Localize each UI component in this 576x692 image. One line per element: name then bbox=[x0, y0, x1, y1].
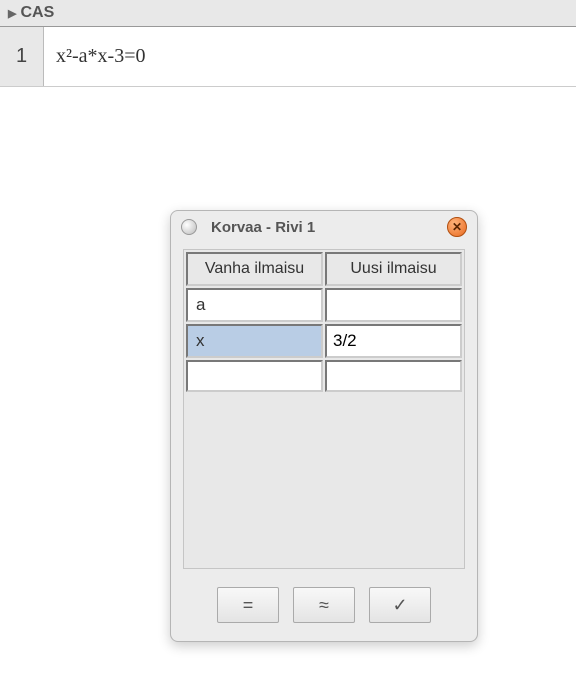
cell-old-0[interactable]: a bbox=[186, 288, 323, 322]
approx-button[interactable]: ≈ bbox=[293, 587, 355, 623]
table-row bbox=[186, 360, 462, 392]
dialog-button-bar: = ≈ ✓ bbox=[171, 569, 477, 641]
cas-panel-header[interactable]: ▶ CAS bbox=[0, 0, 576, 27]
close-icon: ✕ bbox=[452, 220, 462, 234]
cell-input-new-1[interactable] bbox=[331, 328, 456, 354]
dialog-titlebar[interactable]: Korvaa - Rivi 1 ✕ bbox=[171, 211, 477, 243]
cell-new-1[interactable] bbox=[325, 324, 462, 358]
row-expression[interactable]: x²-a*x-3=0 bbox=[44, 27, 576, 86]
dialog-body: Vanha ilmaisu Uusi ilmaisu a x bbox=[183, 249, 465, 569]
row-number: 1 bbox=[0, 27, 44, 86]
table-row: x bbox=[186, 324, 462, 358]
table-row: a bbox=[186, 288, 462, 322]
substitute-dialog: Korvaa - Rivi 1 ✕ Vanha ilmaisu Uusi ilm… bbox=[170, 210, 478, 642]
panel-title: CAS bbox=[20, 4, 54, 22]
cas-row[interactable]: 1 x²-a*x-3=0 bbox=[0, 27, 576, 87]
check-button[interactable]: ✓ bbox=[369, 587, 431, 623]
column-header-new[interactable]: Uusi ilmaisu bbox=[325, 252, 462, 286]
column-header-old[interactable]: Vanha ilmaisu bbox=[186, 252, 323, 286]
substitution-table: Vanha ilmaisu Uusi ilmaisu a x bbox=[184, 250, 464, 394]
collapse-triangle-icon: ▶ bbox=[8, 7, 16, 20]
cell-old-1[interactable]: x bbox=[186, 324, 323, 358]
cell-new-2[interactable] bbox=[325, 360, 462, 392]
dialog-title: Korvaa - Rivi 1 bbox=[207, 219, 437, 236]
close-button[interactable]: ✕ bbox=[447, 217, 467, 237]
cell-new-0[interactable] bbox=[325, 288, 462, 322]
cell-old-2[interactable] bbox=[186, 360, 323, 392]
window-indicator-icon bbox=[181, 219, 197, 235]
equals-button[interactable]: = bbox=[217, 587, 279, 623]
